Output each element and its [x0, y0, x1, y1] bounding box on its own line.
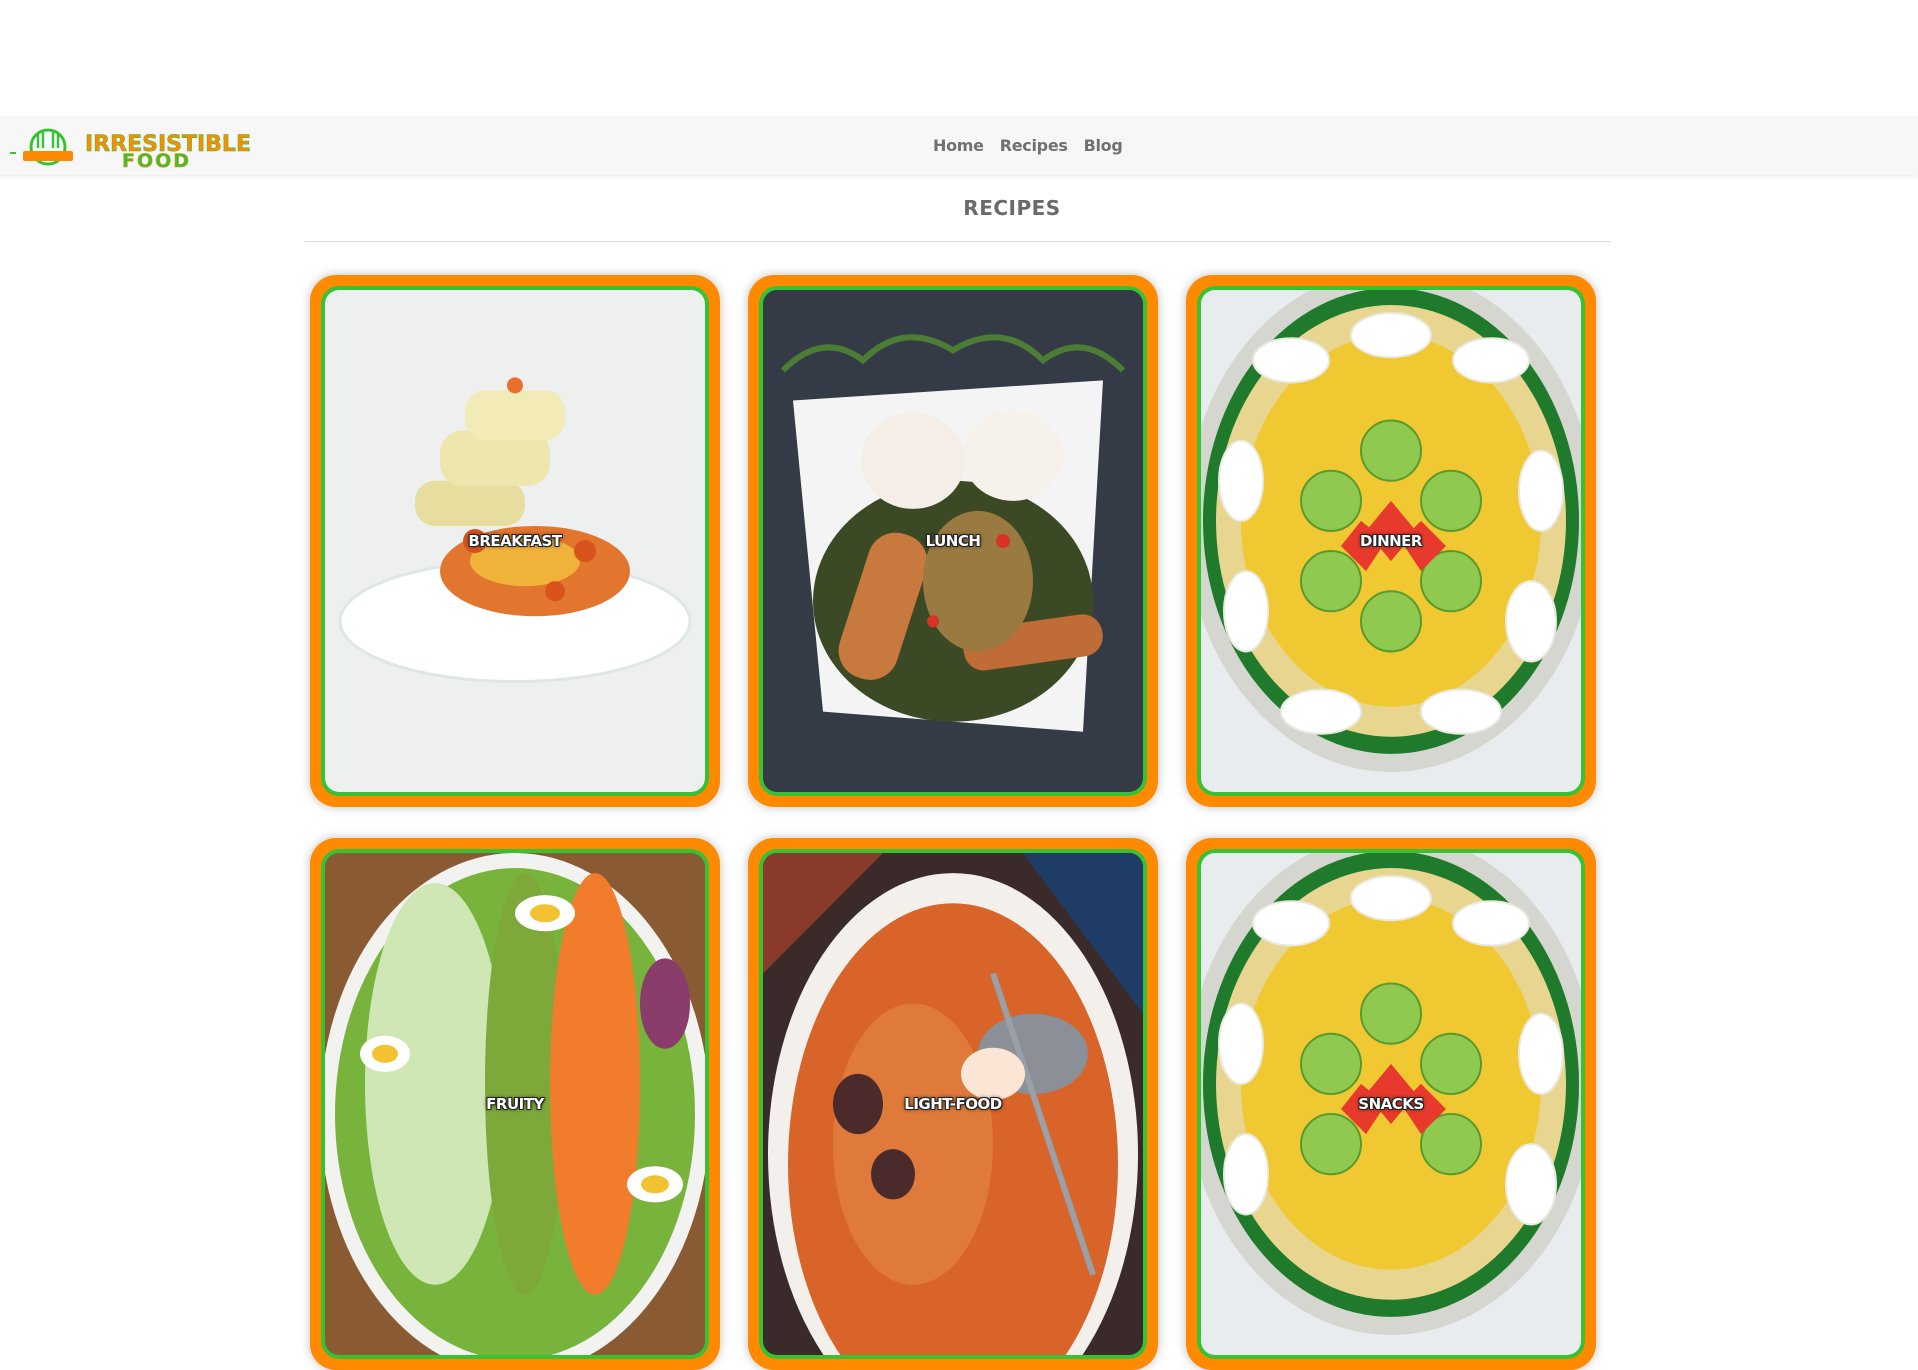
card-frame: LUNCH: [759, 286, 1147, 796]
fruity-photo: FRUITY: [325, 853, 705, 1355]
card-label: BREAKFAST: [468, 532, 562, 550]
card-frame: SNACKS: [1197, 849, 1585, 1359]
category-card-fruity[interactable]: FRUITY: [310, 838, 720, 1370]
snacks-photo: SNACKS: [1201, 853, 1581, 1355]
card-frame: DINNER: [1197, 286, 1585, 796]
light-food-photo: LIGHT-FOOD: [763, 853, 1143, 1355]
card-label: LUNCH: [925, 532, 981, 550]
recipe-category-grid: BREAKFAST LUNCH DINNER FRUITY LIGHT-FOOD…: [0, 0, 1918, 1370]
dinner-photo: DINNER: [1201, 290, 1581, 792]
category-card-snacks[interactable]: SNACKS: [1186, 838, 1596, 1370]
category-card-light-food[interactable]: LIGHT-FOOD: [748, 838, 1158, 1370]
card-label: LIGHT-FOOD: [904, 1095, 1002, 1113]
category-card-lunch[interactable]: LUNCH: [748, 275, 1158, 807]
card-frame: LIGHT-FOOD: [759, 849, 1147, 1359]
card-frame: BREAKFAST: [321, 286, 709, 796]
lunch-photo: LUNCH: [763, 290, 1143, 792]
card-label: DINNER: [1360, 532, 1422, 550]
card-frame: FRUITY: [321, 849, 709, 1359]
category-card-breakfast[interactable]: BREAKFAST: [310, 275, 720, 807]
breakfast-photo: BREAKFAST: [325, 290, 705, 792]
category-card-dinner[interactable]: DINNER: [1186, 275, 1596, 807]
card-label: FRUITY: [486, 1095, 544, 1113]
card-label: SNACKS: [1358, 1095, 1424, 1113]
